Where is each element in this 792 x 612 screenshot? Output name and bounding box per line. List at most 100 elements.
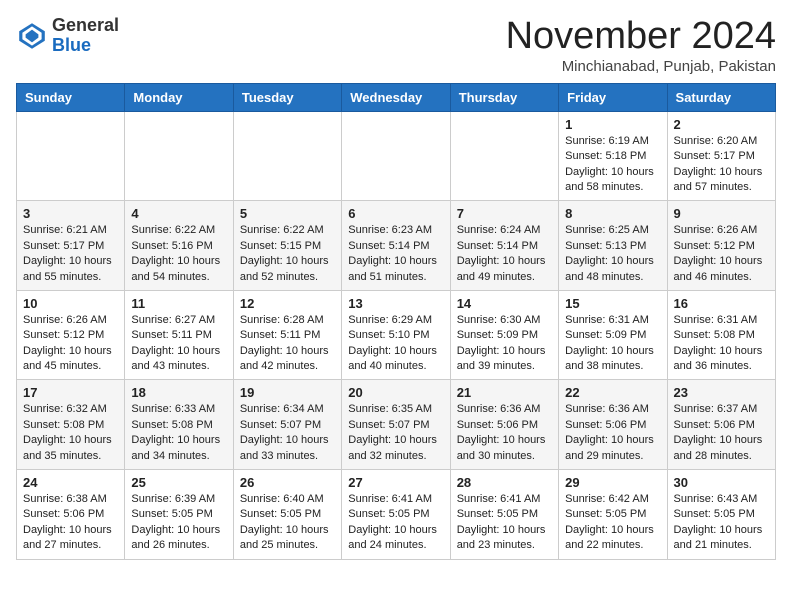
day-number: 5 (240, 206, 335, 221)
calendar-cell: 6 Sunrise: 6:23 AM Sunset: 5:14 PM Daylig… (342, 201, 450, 291)
day-info: Sunrise: 6:35 AM Sunset: 5:07 PM Dayligh… (348, 402, 443, 464)
day-number: 6 (348, 206, 443, 221)
calendar-cell: 4 Sunrise: 6:22 AM Sunset: 5:16 PM Daylig… (125, 201, 233, 291)
weekday-header: Thursday (450, 83, 558, 111)
month-title: November 2024 (506, 16, 776, 58)
calendar-cell: 24Sunrise: 6:38 AM Sunset: 5:06 PM Dayli… (17, 470, 125, 560)
day-info: Sunrise: 6:21 AM Sunset: 5:17 PM Dayligh… (23, 223, 118, 285)
calendar-cell: 23 Sunrise: 6:37 AM Sunset: 5:06 PM Dayli… (667, 380, 775, 470)
calendar-cell: 11 Sunrise: 6:27 AM Sunset: 5:11 PM Dayli… (125, 290, 233, 380)
day-info: Sunrise: 6:32 AM Sunset: 5:08 PM Dayligh… (23, 402, 118, 464)
calendar-week-row: 1 Sunrise: 6:19 AM Sunset: 5:18 PM Daylig… (17, 111, 776, 201)
calendar: SundayMondayTuesdayWednesdayThursdayFrid… (16, 83, 776, 560)
day-info: Sunrise: 6:19 AM Sunset: 5:18 PM Dayligh… (565, 134, 660, 196)
day-number: 2 (674, 117, 769, 132)
calendar-cell: 7 Sunrise: 6:24 AM Sunset: 5:14 PM Daylig… (450, 201, 558, 291)
calendar-cell: 29Sunrise: 6:42 AM Sunset: 5:05 PM Dayli… (559, 470, 667, 560)
day-number: 12 (240, 296, 335, 311)
day-info: Sunrise: 6:43 AM Sunset: 5:05 PM Dayligh… (674, 492, 769, 554)
day-info: Sunrise: 6:37 AM Sunset: 5:06 PM Dayligh… (674, 402, 769, 464)
day-number: 25 (131, 475, 226, 490)
day-info: Sunrise: 6:41 AM Sunset: 5:05 PM Dayligh… (348, 492, 443, 554)
day-number: 27 (348, 475, 443, 490)
day-number: 23 (674, 385, 769, 400)
day-info: Sunrise: 6:26 AM Sunset: 5:12 PM Dayligh… (23, 313, 118, 375)
calendar-cell: 26Sunrise: 6:40 AM Sunset: 5:05 PM Dayli… (233, 470, 341, 560)
day-number: 18 (131, 385, 226, 400)
calendar-cell: 5Sunrise: 6:22 AM Sunset: 5:15 PM Daylig… (233, 201, 341, 291)
calendar-cell: 3 Sunrise: 6:21 AM Sunset: 5:17 PM Daylig… (17, 201, 125, 291)
calendar-cell (233, 111, 341, 201)
day-info: Sunrise: 6:31 AM Sunset: 5:09 PM Dayligh… (565, 313, 660, 375)
calendar-week-row: 10 Sunrise: 6:26 AM Sunset: 5:12 PM Dayli… (17, 290, 776, 380)
day-info: Sunrise: 6:38 AM Sunset: 5:06 PM Dayligh… (23, 492, 118, 554)
calendar-cell: 1 Sunrise: 6:19 AM Sunset: 5:18 PM Daylig… (559, 111, 667, 201)
day-info: Sunrise: 6:23 AM Sunset: 5:14 PM Dayligh… (348, 223, 443, 285)
calendar-cell: 2 Sunrise: 6:20 AM Sunset: 5:17 PM Daylig… (667, 111, 775, 201)
calendar-cell: 19Sunrise: 6:34 AM Sunset: 5:07 PM Dayli… (233, 380, 341, 470)
day-number: 8 (565, 206, 660, 221)
day-number: 28 (457, 475, 552, 490)
calendar-week-row: 3 Sunrise: 6:21 AM Sunset: 5:17 PM Daylig… (17, 201, 776, 291)
day-number: 11 (131, 296, 226, 311)
location: Minchianabad, Punjab, Pakistan (506, 58, 776, 75)
day-info: Sunrise: 6:27 AM Sunset: 5:11 PM Dayligh… (131, 313, 226, 375)
day-info: Sunrise: 6:36 AM Sunset: 5:06 PM Dayligh… (565, 402, 660, 464)
calendar-cell: 20 Sunrise: 6:35 AM Sunset: 5:07 PM Dayli… (342, 380, 450, 470)
day-number: 20 (348, 385, 443, 400)
day-number: 1 (565, 117, 660, 132)
day-number: 16 (674, 296, 769, 311)
day-info: Sunrise: 6:42 AM Sunset: 5:05 PM Dayligh… (565, 492, 660, 554)
day-info: Sunrise: 6:24 AM Sunset: 5:14 PM Dayligh… (457, 223, 552, 285)
calendar-cell: 12 Sunrise: 6:28 AM Sunset: 5:11 PM Dayli… (233, 290, 341, 380)
calendar-cell: 8 Sunrise: 6:25 AM Sunset: 5:13 PM Daylig… (559, 201, 667, 291)
calendar-cell: 28 Sunrise: 6:41 AM Sunset: 5:05 PM Dayli… (450, 470, 558, 560)
calendar-week-row: 24Sunrise: 6:38 AM Sunset: 5:06 PM Dayli… (17, 470, 776, 560)
day-number: 14 (457, 296, 552, 311)
calendar-cell: 22 Sunrise: 6:36 AM Sunset: 5:06 PM Dayli… (559, 380, 667, 470)
calendar-cell (450, 111, 558, 201)
day-info: Sunrise: 6:20 AM Sunset: 5:17 PM Dayligh… (674, 134, 769, 196)
day-info: Sunrise: 6:39 AM Sunset: 5:05 PM Dayligh… (131, 492, 226, 554)
day-info: Sunrise: 6:31 AM Sunset: 5:08 PM Dayligh… (674, 313, 769, 375)
day-number: 10 (23, 296, 118, 311)
weekday-header: Tuesday (233, 83, 341, 111)
calendar-week-row: 17Sunrise: 6:32 AM Sunset: 5:08 PM Dayli… (17, 380, 776, 470)
calendar-cell: 21 Sunrise: 6:36 AM Sunset: 5:06 PM Dayli… (450, 380, 558, 470)
day-number: 21 (457, 385, 552, 400)
day-number: 15 (565, 296, 660, 311)
calendar-cell: 17Sunrise: 6:32 AM Sunset: 5:08 PM Dayli… (17, 380, 125, 470)
day-number: 4 (131, 206, 226, 221)
day-number: 26 (240, 475, 335, 490)
day-info: Sunrise: 6:22 AM Sunset: 5:16 PM Dayligh… (131, 223, 226, 285)
title-block: November 2024 Minchianabad, Punjab, Paki… (506, 16, 776, 75)
day-info: Sunrise: 6:30 AM Sunset: 5:09 PM Dayligh… (457, 313, 552, 375)
weekday-header: Friday (559, 83, 667, 111)
calendar-cell: 9 Sunrise: 6:26 AM Sunset: 5:12 PM Daylig… (667, 201, 775, 291)
day-info: Sunrise: 6:33 AM Sunset: 5:08 PM Dayligh… (131, 402, 226, 464)
day-number: 9 (674, 206, 769, 221)
day-info: Sunrise: 6:25 AM Sunset: 5:13 PM Dayligh… (565, 223, 660, 285)
calendar-cell: 14 Sunrise: 6:30 AM Sunset: 5:09 PM Dayli… (450, 290, 558, 380)
day-info: Sunrise: 6:36 AM Sunset: 5:06 PM Dayligh… (457, 402, 552, 464)
calendar-cell: 30 Sunrise: 6:43 AM Sunset: 5:05 PM Dayli… (667, 470, 775, 560)
calendar-cell (125, 111, 233, 201)
calendar-cell: 15 Sunrise: 6:31 AM Sunset: 5:09 PM Dayli… (559, 290, 667, 380)
weekday-header: Saturday (667, 83, 775, 111)
calendar-cell: 25 Sunrise: 6:39 AM Sunset: 5:05 PM Dayli… (125, 470, 233, 560)
day-number: 22 (565, 385, 660, 400)
calendar-header-row: SundayMondayTuesdayWednesdayThursdayFrid… (17, 83, 776, 111)
day-info: Sunrise: 6:26 AM Sunset: 5:12 PM Dayligh… (674, 223, 769, 285)
day-info: Sunrise: 6:29 AM Sunset: 5:10 PM Dayligh… (348, 313, 443, 375)
day-number: 3 (23, 206, 118, 221)
calendar-cell (342, 111, 450, 201)
day-number: 13 (348, 296, 443, 311)
weekday-header: Wednesday (342, 83, 450, 111)
logo: General Blue (16, 16, 119, 56)
day-info: Sunrise: 6:41 AM Sunset: 5:05 PM Dayligh… (457, 492, 552, 554)
day-number: 7 (457, 206, 552, 221)
day-info: Sunrise: 6:34 AM Sunset: 5:07 PM Dayligh… (240, 402, 335, 464)
page-header: General Blue November 2024 Minchianabad,… (16, 16, 776, 75)
day-info: Sunrise: 6:28 AM Sunset: 5:11 PM Dayligh… (240, 313, 335, 375)
day-number: 30 (674, 475, 769, 490)
